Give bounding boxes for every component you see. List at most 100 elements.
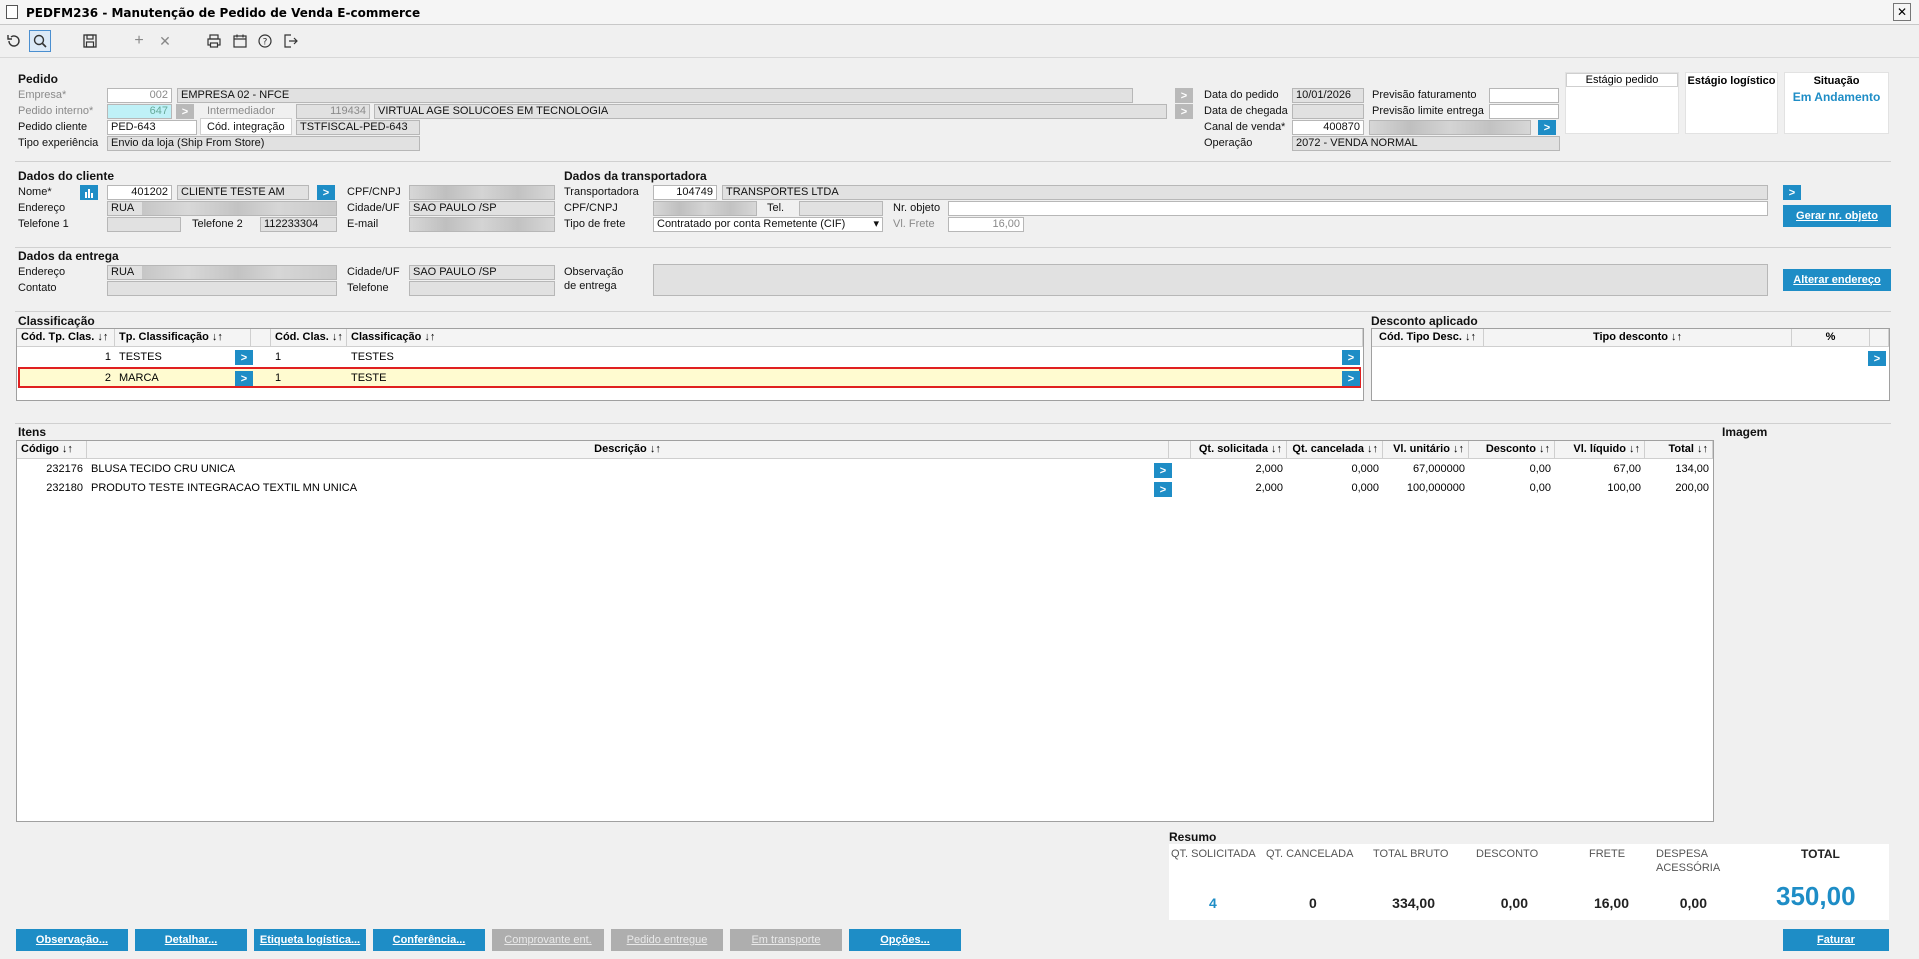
col-percent[interactable]: % (1792, 329, 1870, 347)
intermediador-lookup-button[interactable]: > (1175, 104, 1193, 119)
previsao-faturamento-field[interactable] (1489, 88, 1559, 103)
canal-venda-name-field (1369, 120, 1531, 135)
data-pedido-label: Data do pedido (1204, 89, 1279, 101)
situacao-label: Situação (1813, 75, 1860, 87)
col-vl-unitario[interactable]: Vl. unitário ↓↑ (1383, 441, 1469, 459)
desconto-section-title: Desconto aplicado (1371, 314, 1478, 328)
intermediador-code-field[interactable]: 119434 (296, 104, 370, 119)
transportadora-lookup-button[interactable]: > (1783, 185, 1801, 200)
cliente-endereco-label: Endereço (18, 202, 66, 214)
alterar-endereco-button[interactable]: Alterar endereço (1783, 269, 1891, 291)
resumo-total-value: 350,00 (1776, 881, 1856, 911)
entrega-endereco-field: RUA (107, 265, 337, 280)
calendar-icon[interactable] (229, 30, 251, 52)
col-qt-solicitada[interactable]: Qt. solicitada ↓↑ (1191, 441, 1287, 459)
divider (15, 161, 1891, 162)
svg-text:?: ? (263, 38, 268, 48)
item-detail-button[interactable]: > (1154, 463, 1172, 478)
col-codigo[interactable]: Código ↓↑ (17, 441, 87, 459)
comprovante-entrega-button[interactable]: Comprovante ent. (492, 929, 604, 951)
previsao-limite-field[interactable] (1489, 104, 1559, 119)
desconto-lookup-button[interactable]: > (1868, 351, 1886, 366)
operacao-field: 2072 - VENDA NORMAL (1292, 136, 1560, 151)
help-icon[interactable]: ? (254, 30, 276, 52)
resumo-total-bruto-label: TOTAL BRUTO (1373, 848, 1449, 860)
entrega-cidade-field: SAO PAULO /SP (409, 265, 555, 280)
row-lookup-button[interactable]: > (1342, 350, 1360, 365)
resumo-total-label: TOTAL (1801, 847, 1840, 861)
data-pedido-field: 10/01/2026 (1292, 88, 1364, 103)
entrega-endereco-label: Endereço (18, 266, 66, 278)
col-cod-tipo-desc[interactable]: Cód. Tipo Desc. ↓↑ (1372, 329, 1484, 347)
obs-entrega-field (653, 264, 1768, 296)
row-lookup-button[interactable]: > (1342, 371, 1360, 386)
col-tipo-desconto[interactable]: Tipo desconto ↓↑ (1484, 329, 1792, 347)
exit-icon[interactable] (279, 30, 301, 52)
faturar-button[interactable]: Faturar (1783, 929, 1889, 951)
col-descricao[interactable]: Descrição ↓↑ (87, 441, 1169, 459)
print-icon[interactable] (203, 30, 225, 52)
col-classificacao[interactable]: Classificação ↓↑ (347, 329, 1358, 347)
canal-venda-code-field[interactable]: 400870 (1292, 120, 1364, 135)
pedido-interno-lookup-button[interactable]: > (176, 104, 194, 119)
table-row[interactable]: 232180 PRODUTO TESTE INTEGRACAO TEXTIL M… (17, 480, 1713, 498)
detalhar-button[interactable]: Detalhar... (135, 929, 247, 951)
transportadora-code-field[interactable]: 104749 (653, 185, 717, 200)
resumo-desconto-label: DESCONTO (1476, 848, 1539, 860)
canal-venda-lookup-button[interactable]: > (1538, 120, 1556, 135)
col-cod-clas[interactable]: Cód. Clas. ↓↑ (271, 329, 347, 347)
estagio-logistico-panel: Estágio logístico (1685, 72, 1778, 134)
cliente-cpf-label: CPF/CNPJ (347, 186, 401, 198)
add-icon[interactable]: + (128, 30, 150, 52)
obs-entrega-label-2: de entrega (564, 280, 617, 292)
cod-integracao-field: TSTFISCAL-PED-643 (296, 120, 420, 135)
search-icon[interactable] (29, 30, 51, 52)
window-title: PEDFM236 - Manutenção de Pedido de Venda… (26, 6, 421, 20)
cliente-email-field (409, 217, 555, 232)
empresa-lookup-button[interactable]: > (1175, 88, 1193, 103)
col-vl-liquido[interactable]: Vl. líquido ↓↑ (1555, 441, 1645, 459)
opcoes-button[interactable]: Opções... (849, 929, 961, 951)
empresa-code-field[interactable]: 002 (107, 88, 172, 103)
empresa-label: Empresa* (18, 89, 67, 101)
pedido-interno-label: Pedido interno* (18, 105, 94, 117)
data-chegada-label: Data de chegada (1204, 105, 1288, 117)
cliente-chart-icon[interactable] (80, 185, 98, 200)
canal-venda-label: Canal de venda* (1204, 121, 1286, 133)
col-total[interactable]: Total ↓↑ (1645, 441, 1713, 459)
cliente-lookup-button[interactable]: > (317, 185, 335, 200)
resumo-frete-value: 16,00 (1593, 895, 1629, 911)
resumo-section-title: Resumo (1169, 830, 1217, 844)
tipo-experiencia-label: Tipo experiência (18, 137, 99, 149)
cliente-code-field[interactable]: 401202 (107, 185, 172, 200)
item-detail-button[interactable]: > (1154, 482, 1172, 497)
conferencia-button[interactable]: Conferência... (373, 929, 485, 951)
resumo-despesa-value: 0,00 (1679, 895, 1707, 911)
row-detail-button[interactable]: > (235, 350, 253, 365)
etiqueta-logistica-button[interactable]: Etiqueta logística... (254, 929, 366, 951)
col-qt-cancelada[interactable]: Qt. cancelada ↓↑ (1287, 441, 1383, 459)
vl-frete-field[interactable]: 16,00 (948, 217, 1024, 232)
tipo-frete-value: Contratado por conta Remetente (CIF) (657, 218, 846, 230)
col-cod-tp-clas[interactable]: Cód. Tp. Clas. ↓↑ (17, 329, 115, 347)
table-row-selected[interactable]: 2 MARCA > 1 TESTE > (18, 367, 1361, 388)
pedido-entregue-button[interactable]: Pedido entregue (611, 929, 723, 951)
table-row[interactable]: 232176 BLUSA TECIDO CRU UNICA > 2,000 0,… (17, 461, 1713, 479)
em-transporte-button[interactable]: Em transporte (730, 929, 842, 951)
close-window-button[interactable]: ✕ (1893, 3, 1911, 21)
col-desconto[interactable]: Desconto ↓↑ (1469, 441, 1555, 459)
gerar-nr-objeto-button[interactable]: Gerar nr. objeto (1783, 205, 1891, 227)
delete-icon[interactable]: ✕ (154, 30, 176, 52)
undo-icon[interactable] (3, 30, 25, 52)
pedido-interno-field[interactable]: 647 (107, 104, 172, 119)
tipo-frete-select[interactable]: Contratado por conta Remetente (CIF) ▾ (653, 217, 883, 232)
observacao-button[interactable]: Observação... (16, 929, 128, 951)
nr-objeto-field[interactable] (948, 201, 1768, 216)
pedido-cliente-label: Pedido cliente (18, 121, 88, 133)
row-detail-button[interactable]: > (235, 371, 253, 386)
pedido-cliente-field[interactable]: PED-643 (107, 120, 197, 135)
table-row[interactable]: 1 TESTES > 1 TESTES > (17, 349, 1363, 367)
empresa-name-field: EMPRESA 02 - NFCE (177, 88, 1133, 103)
col-tp-classificacao[interactable]: Tp. Classificação ↓↑ (115, 329, 251, 347)
save-icon[interactable] (79, 30, 101, 52)
